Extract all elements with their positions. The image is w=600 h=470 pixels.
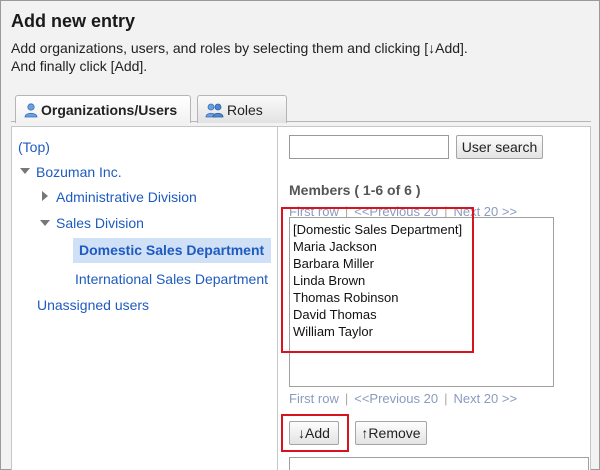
collapse-arrow-icon[interactable] bbox=[40, 220, 50, 226]
pager-first-row: First row bbox=[289, 391, 339, 406]
page-description: Add organizations, users, and roles by s… bbox=[11, 39, 468, 75]
pager-separator: | bbox=[344, 391, 349, 406]
description-line-2: And finally click [Add]. bbox=[11, 58, 148, 74]
tree-node-company[interactable]: Bozuman Inc. bbox=[36, 164, 122, 180]
users-icon bbox=[205, 102, 225, 118]
tree-node-top[interactable]: (Top) bbox=[18, 139, 50, 155]
pager-next: Next 20 >> bbox=[453, 391, 518, 406]
tree-node-international-sales-department[interactable]: International Sales Department bbox=[75, 271, 268, 287]
page-title: Add new entry bbox=[11, 11, 136, 31]
organization-tree: (Top) Bozuman Inc. Administrative Divisi… bbox=[12, 127, 278, 470]
members-title: Members ( 1-6 of 6 ) bbox=[289, 182, 421, 198]
tree-node-sales-division[interactable]: Sales Division bbox=[56, 215, 144, 231]
selected-entries-listbox[interactable] bbox=[289, 457, 589, 470]
members-highlight-box bbox=[281, 207, 474, 353]
add-highlight-box bbox=[281, 414, 349, 452]
tree-node-unassigned-users[interactable]: Unassigned users bbox=[37, 297, 149, 313]
members-pane: User search Members ( 1-6 of 6 ) First r… bbox=[279, 127, 592, 470]
user-search-button[interactable]: User search bbox=[456, 135, 543, 159]
collapse-arrow-icon[interactable] bbox=[20, 168, 30, 174]
selection-panel: (Top) Bozuman Inc. Administrative Divisi… bbox=[11, 126, 591, 470]
tab-roles[interactable]: Roles bbox=[197, 95, 287, 123]
tab-organizations-users-label: Organizations/Users bbox=[41, 101, 178, 118]
expand-arrow-icon[interactable] bbox=[42, 191, 48, 201]
tree-node-domestic-label: Domestic Sales Department bbox=[79, 242, 265, 258]
user-icon bbox=[23, 102, 39, 118]
tab-roles-label: Roles bbox=[227, 101, 263, 118]
tree-node-administrative-division[interactable]: Administrative Division bbox=[56, 189, 197, 205]
tab-organizations-users[interactable]: Organizations/Users bbox=[15, 95, 191, 123]
dialog-frame: Add new entry Add organizations, users, … bbox=[0, 0, 600, 470]
pager-separator: | bbox=[444, 391, 448, 406]
user-search-input[interactable] bbox=[289, 135, 449, 159]
tree-node-domestic-sales-department[interactable]: Domestic Sales Department bbox=[73, 238, 271, 263]
tab-bar: Organizations/Users Roles bbox=[11, 91, 591, 123]
pager-previous: <<Previous 20 bbox=[354, 391, 439, 406]
remove-button[interactable]: ↑Remove bbox=[355, 421, 427, 445]
pager-bottom: First row | <<Previous 20 | Next 20 >> bbox=[289, 391, 517, 406]
description-line-1: Add organizations, users, and roles by s… bbox=[11, 40, 468, 56]
